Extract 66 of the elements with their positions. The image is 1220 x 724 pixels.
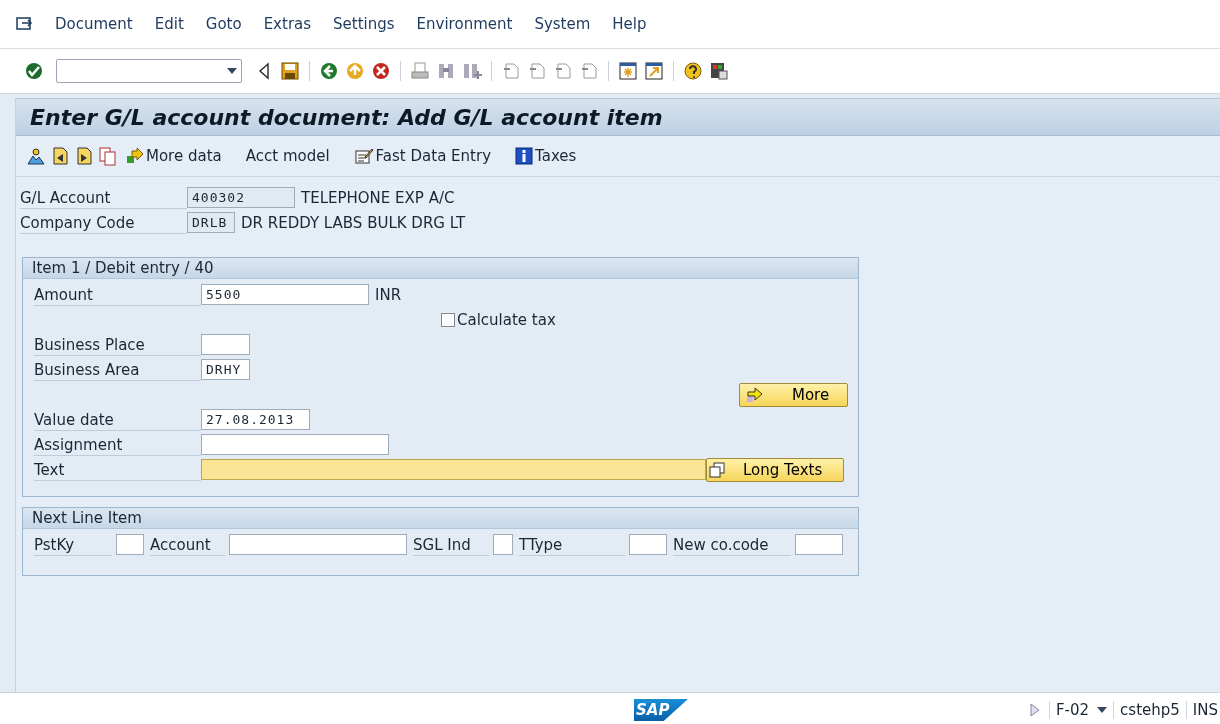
- group-title: Item 1 / Debit entry / 40: [23, 258, 858, 279]
- group-title: Next Line Item: [23, 508, 858, 529]
- person-icon[interactable]: [26, 146, 46, 166]
- input-field[interactable]: [116, 534, 144, 555]
- menu-item[interactable]: System: [523, 15, 602, 33]
- input-field[interactable]: [493, 534, 513, 555]
- new-window-icon[interactable]: [618, 61, 638, 81]
- field-description: TELEPHONE EXP A/C: [301, 188, 455, 207]
- toolbar-button[interactable]: Acct model: [241, 145, 334, 167]
- dropdown-icon[interactable]: [1097, 707, 1108, 713]
- input-field[interactable]: [201, 434, 389, 455]
- input-field[interactable]: DRLB: [187, 212, 235, 233]
- field-label: New co.code: [673, 533, 791, 556]
- toolbar-button[interactable]: More data: [122, 145, 226, 167]
- form-edit-icon: [353, 147, 374, 165]
- logo: SAP: [634, 699, 688, 721]
- more-button[interactable]: More: [739, 382, 848, 407]
- save-icon[interactable]: [280, 61, 300, 81]
- input-field[interactable]: [629, 534, 667, 555]
- shortcut-icon[interactable]: [644, 61, 664, 81]
- cancel-icon[interactable]: [371, 61, 391, 81]
- input-mode: INS: [1185, 701, 1220, 719]
- screen-title: Enter G/L account document: Add G/L account item: [30, 104, 663, 130]
- menu-item[interactable]: Environment: [405, 15, 524, 33]
- menu-item[interactable]: Goto: [194, 15, 253, 33]
- input-field[interactable]: [201, 334, 250, 355]
- menu-item[interactable]: Help: [601, 15, 658, 33]
- arrow-icon: [126, 147, 144, 165]
- field-label: SGL Ind: [413, 533, 489, 556]
- check-icon[interactable]: [24, 61, 44, 81]
- field-label: Account: [150, 533, 225, 556]
- input-field[interactable]: [201, 459, 706, 480]
- checkbox[interactable]: [441, 312, 455, 327]
- menu-item[interactable]: Edit: [143, 15, 195, 33]
- checkbox-label: Calculate tax: [457, 310, 556, 329]
- field-description: DR REDDY LABS BULK DRG LT: [241, 213, 466, 232]
- input-field[interactable]: 27.08.2013: [201, 409, 310, 430]
- dropdown-icon[interactable]: [227, 68, 237, 74]
- copy-icon[interactable]: [98, 146, 118, 166]
- input-field[interactable]: DRHY: [201, 359, 250, 380]
- command-field[interactable]: [56, 59, 242, 83]
- input-field[interactable]: [229, 534, 407, 555]
- field-label: TType: [519, 533, 625, 556]
- input-field[interactable]: 400302: [187, 187, 295, 208]
- menu-item[interactable]: Extras: [252, 15, 323, 33]
- previous-document-icon[interactable]: [50, 146, 70, 166]
- transaction-code[interactable]: F-02: [1048, 701, 1114, 719]
- next-document-icon[interactable]: [74, 146, 94, 166]
- arrow-icon: [746, 386, 764, 403]
- layout-icon[interactable]: [709, 61, 729, 81]
- currency-unit: INR: [375, 285, 402, 304]
- info-icon: [515, 147, 533, 165]
- field-label: PstKy: [34, 533, 112, 556]
- long-texts-button[interactable]: Long Texts: [706, 457, 844, 482]
- menu-item[interactable]: Document: [44, 15, 144, 33]
- back-icon[interactable]: [319, 61, 339, 81]
- input-field[interactable]: 5500: [201, 284, 369, 305]
- input-field[interactable]: [795, 534, 843, 555]
- expand-icon[interactable]: [1028, 702, 1041, 718]
- toolbar-button[interactable]: Taxes: [511, 145, 581, 167]
- copy-icon: [709, 461, 725, 478]
- toolbar-button[interactable]: Fast Data Entry: [349, 145, 495, 167]
- help-icon[interactable]: [683, 61, 703, 81]
- menu-item[interactable]: Settings: [322, 15, 406, 33]
- server-name: cstehp5: [1113, 701, 1186, 719]
- print-icon[interactable]: [410, 61, 430, 81]
